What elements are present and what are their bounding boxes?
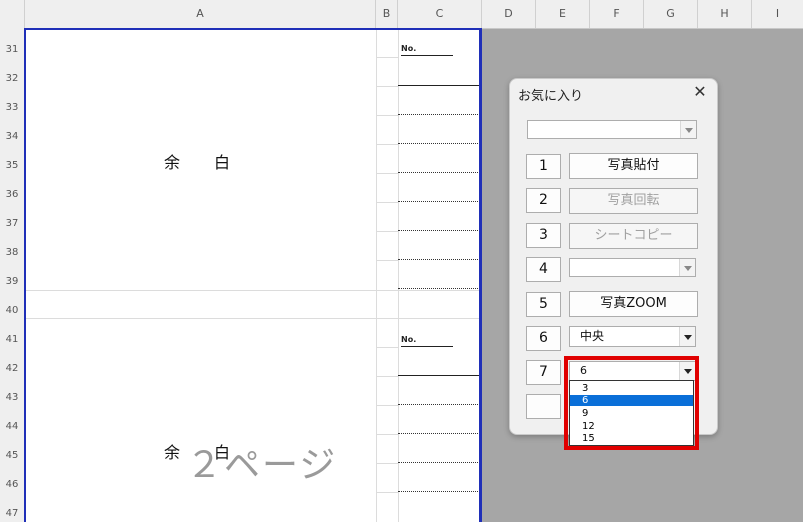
- dotted-line: [398, 288, 480, 289]
- photo-zoom-button[interactable]: 写真ZOOM: [569, 291, 698, 317]
- gridline: [376, 202, 398, 203]
- gridline: [25, 318, 482, 319]
- gridline: [376, 347, 398, 348]
- column-header-e[interactable]: E: [536, 0, 590, 28]
- row-header[interactable]: 36: [0, 189, 24, 200]
- dotted-line: [398, 230, 480, 231]
- size-select[interactable]: 6: [569, 361, 696, 381]
- entry-line: [398, 375, 480, 376]
- row-header[interactable]: 38: [0, 247, 24, 258]
- number-button-8[interactable]: [526, 394, 561, 419]
- gridline: [376, 405, 398, 406]
- row-header[interactable]: 45: [0, 450, 24, 461]
- column-header-c[interactable]: C: [398, 0, 482, 28]
- dotted-line: [398, 259, 480, 260]
- dotted-line: [398, 433, 480, 434]
- entry-line: [398, 85, 480, 86]
- no-underline: [401, 346, 453, 347]
- row-header[interactable]: 40: [0, 305, 24, 316]
- number-button-1[interactable]: 1: [526, 154, 561, 179]
- gridline: [376, 434, 398, 435]
- column-header-g[interactable]: G: [644, 0, 698, 28]
- column-header-h[interactable]: H: [698, 0, 752, 28]
- column-header-b[interactable]: B: [376, 0, 398, 28]
- number-button-3[interactable]: 3: [526, 223, 561, 248]
- row-header[interactable]: 34: [0, 131, 24, 142]
- column-header-i[interactable]: I: [752, 0, 803, 28]
- row-header[interactable]: 31: [0, 44, 24, 55]
- no-underline: [401, 55, 453, 56]
- photo-rotate-button[interactable]: 写真回転: [569, 188, 698, 214]
- chevron-down-icon[interactable]: [679, 259, 695, 276]
- option-select-4[interactable]: [569, 258, 696, 277]
- number-button-2[interactable]: 2: [526, 188, 561, 213]
- dropdown-option-9[interactable]: 9: [570, 408, 693, 419]
- alignment-select[interactable]: 中央: [569, 326, 696, 347]
- row-header[interactable]: 32: [0, 73, 24, 84]
- number-button-7[interactable]: 7: [526, 360, 561, 385]
- gridline: [376, 144, 398, 145]
- dotted-line: [398, 172, 480, 173]
- number-button-4[interactable]: 4: [526, 257, 561, 282]
- column-header-d[interactable]: D: [482, 0, 536, 28]
- gridline: [376, 57, 398, 58]
- gridline: [376, 492, 398, 493]
- dotted-line: [398, 143, 480, 144]
- row-header[interactable]: 46: [0, 479, 24, 490]
- gridline: [376, 376, 398, 377]
- gridline: [376, 231, 398, 232]
- gridline: [25, 290, 482, 291]
- row-header[interactable]: 33: [0, 102, 24, 113]
- column-header-bar: A B C D E F G H I: [0, 0, 803, 29]
- row-header[interactable]: 39: [0, 276, 24, 287]
- gridline: [398, 28, 399, 522]
- sheet-copy-button[interactable]: シートコピー: [569, 223, 698, 249]
- photo-paste-button[interactable]: 写真貼付: [569, 153, 698, 179]
- no-label: No.: [401, 335, 417, 344]
- size-select-value: 6: [580, 364, 587, 377]
- row-header[interactable]: 41: [0, 334, 24, 345]
- row-header[interactable]: 47: [0, 508, 24, 519]
- no-label: No.: [401, 44, 417, 53]
- column-header-a[interactable]: A: [25, 0, 376, 28]
- row-header[interactable]: 37: [0, 218, 24, 229]
- gridline: [376, 28, 377, 522]
- alignment-select-value: 中央: [580, 329, 605, 343]
- chevron-down-icon[interactable]: [680, 121, 696, 138]
- number-button-6[interactable]: 6: [526, 326, 561, 351]
- select-all-corner[interactable]: [0, 0, 25, 28]
- dropdown-option-12[interactable]: 12: [570, 421, 693, 432]
- dotted-line: [398, 491, 480, 492]
- dotted-line: [398, 114, 480, 115]
- gridline: [376, 173, 398, 174]
- favorites-select[interactable]: [527, 120, 697, 139]
- row-header[interactable]: 44: [0, 421, 24, 432]
- gridline: [376, 260, 398, 261]
- dotted-line: [398, 404, 480, 405]
- chevron-down-icon[interactable]: [679, 327, 695, 346]
- size-dropdown-list: 3 6 9 12 15: [569, 380, 694, 446]
- row-header-bar: 31 32 33 34 35 36 37 38 39 40 41 42 43 4…: [0, 28, 25, 522]
- dotted-line: [398, 462, 480, 463]
- dropdown-option-3[interactable]: 3: [570, 383, 693, 394]
- number-button-5[interactable]: 5: [526, 292, 561, 317]
- column-header-f[interactable]: F: [590, 0, 644, 28]
- gridline: [376, 86, 398, 87]
- dropdown-option-6[interactable]: 6: [570, 395, 693, 406]
- gridline: [376, 115, 398, 116]
- margin-label: 余白: [164, 153, 265, 172]
- chevron-down-icon[interactable]: [679, 362, 695, 380]
- page-watermark: ２ページ: [186, 445, 338, 486]
- dotted-line: [398, 201, 480, 202]
- dialog-title: お気に入り: [518, 89, 584, 104]
- row-header[interactable]: 35: [0, 160, 24, 171]
- row-header[interactable]: 42: [0, 363, 24, 374]
- row-header[interactable]: 43: [0, 392, 24, 403]
- close-icon[interactable]: ✕: [690, 82, 710, 101]
- gridline: [376, 463, 398, 464]
- dropdown-option-15[interactable]: 15: [570, 433, 693, 444]
